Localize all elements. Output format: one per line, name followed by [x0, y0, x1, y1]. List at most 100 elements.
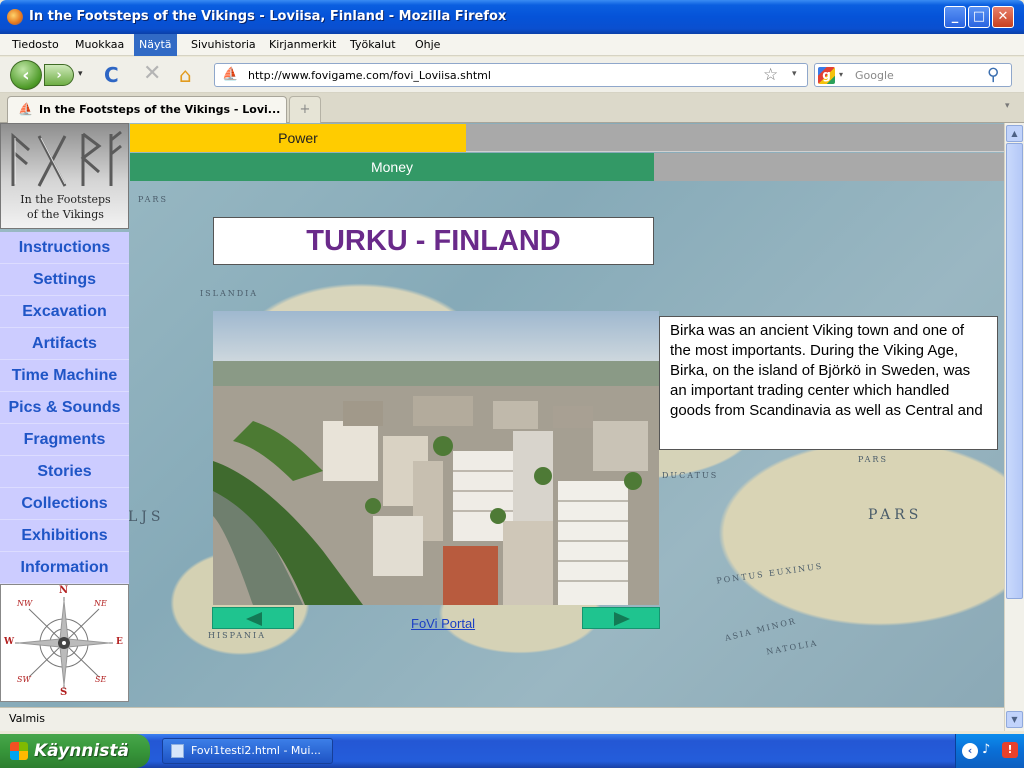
sidebar-item-collections[interactable]: Collections: [0, 488, 129, 520]
compass-northwest: NW: [17, 599, 33, 608]
map-label: HISPANIA: [208, 631, 266, 640]
status-bar: Valmis: [0, 707, 1004, 731]
google-engine-icon[interactable]: g: [818, 67, 835, 84]
city-photo: [213, 311, 659, 605]
map-label: PARS: [138, 195, 168, 204]
map-label: ISLANDIA: [200, 289, 259, 298]
new-tab-button[interactable]: +: [289, 96, 321, 123]
map-label: PONTUS EUXINUS: [715, 561, 824, 586]
window-title-bar[interactable]: In the Footsteps of the Vikings - Loviis…: [0, 0, 1024, 34]
site-favicon-icon: ⛵: [222, 67, 239, 82]
menu-history[interactable]: Sivuhistoria: [186, 34, 261, 56]
tab-active[interactable]: ⛵ In the Footsteps of the Vikings - Lovi…: [7, 96, 287, 123]
sidebar-item-artifacts[interactable]: Artifacts: [0, 328, 129, 360]
search-input[interactable]: Google: [855, 69, 894, 82]
compass-southwest: SW: [17, 675, 31, 684]
menu-bookmarks[interactable]: Kirjanmerkit: [264, 34, 341, 56]
system-tray: ‹ ♪ !: [955, 734, 1024, 768]
logo-caption-line2: of the Vikings: [27, 208, 104, 221]
sidebar-item-information[interactable]: Information: [0, 552, 129, 584]
taskbar-item-label: Fovi1testi2.html - Mui...: [191, 744, 321, 757]
menu-file[interactable]: Tiedosto: [7, 34, 64, 56]
menu-bar: Tiedosto Muokkaa Näytä Sivuhistoria Kirj…: [0, 34, 1024, 56]
start-button[interactable]: Käynnistä: [0, 734, 150, 768]
document-icon: [171, 744, 184, 758]
sidebar-menu: Instructions Settings Excavation Artifac…: [0, 232, 129, 584]
tray-expand-icon[interactable]: ‹: [962, 743, 978, 759]
logo-caption: In the Footsteps of the Vikings: [1, 192, 130, 222]
url-text[interactable]: http://www.fovigame.com/fovi_Loviisa.sht…: [248, 69, 491, 82]
search-icon[interactable]: ⚲: [987, 65, 999, 85]
tab-bar: ⛵ In the Footsteps of the Vikings - Lovi…: [0, 93, 1024, 123]
close-button[interactable]: ✕: [992, 6, 1014, 28]
tab-list-icon[interactable]: ▾: [1005, 101, 1010, 111]
firefox-icon: [7, 9, 23, 25]
taskbar-item[interactable]: Fovi1testi2.html - Mui...: [162, 738, 333, 764]
minimize-button[interactable]: _: [944, 6, 966, 28]
sidebar-item-time-machine[interactable]: Time Machine: [0, 360, 129, 392]
status-text: Valmis: [9, 712, 45, 725]
history-dropdown-icon[interactable]: ▾: [78, 69, 83, 79]
sidebar-item-excavation[interactable]: Excavation: [0, 296, 129, 328]
home-icon[interactable]: ⌂: [179, 63, 192, 87]
compass-east: E: [116, 637, 123, 647]
sidebar-item-settings[interactable]: Settings: [0, 264, 129, 296]
sidebar-item-exhibitions[interactable]: Exhibitions: [0, 520, 129, 552]
sidebar-item-instructions[interactable]: Instructions: [0, 232, 129, 264]
stop-icon[interactable]: ✕: [143, 61, 161, 86]
forward-button[interactable]: ›: [44, 64, 74, 86]
vertical-scrollbar[interactable]: ▲ ▼: [1004, 123, 1024, 731]
url-dropdown-icon[interactable]: ▾: [792, 69, 797, 79]
back-button[interactable]: ‹: [10, 60, 42, 90]
menu-tools[interactable]: Työkalut: [345, 34, 401, 56]
location-title: TURKU - FINLAND: [213, 217, 654, 265]
sidebar-item-pics-sounds[interactable]: Pics & Sounds: [0, 392, 129, 424]
arrow-right-icon: [614, 612, 630, 626]
sidebar-item-fragments[interactable]: Fragments: [0, 424, 129, 456]
menu-view[interactable]: Näytä: [134, 34, 177, 56]
rune-logo-icon: [11, 130, 122, 187]
compass-west: W: [4, 637, 15, 647]
scroll-thumb[interactable]: [1006, 143, 1023, 599]
vikings-logo[interactable]: In the Footsteps of the Vikings: [0, 123, 129, 229]
scroll-down-button[interactable]: ▼: [1006, 711, 1023, 728]
address-bar[interactable]: ⛵ http://www.fovigame.com/fovi_Loviisa.s…: [214, 63, 808, 87]
window-title: In the Footsteps of the Vikings - Loviis…: [29, 9, 507, 24]
map-label: NATOLIA: [765, 638, 819, 657]
page-viewport: PARS ISLANDIA LJS PARS PARS DUCATUS PONT…: [0, 123, 1004, 707]
tab-label: In the Footsteps of the Vikings - Lovi..…: [39, 103, 281, 116]
windows-taskbar: Käynnistä Fovi1testi2.html - Mui... ‹ ♪ …: [0, 734, 1024, 768]
speaker-icon[interactable]: ♪: [982, 742, 990, 757]
search-bar[interactable]: g ▾ Google ⚲: [814, 63, 1012, 87]
fovi-portal-link[interactable]: FoVi Portal: [411, 616, 475, 631]
engine-dropdown-icon[interactable]: ▾: [839, 70, 843, 79]
map-label: ASIA MINOR: [724, 616, 798, 643]
money-bar-remainder: [654, 153, 1004, 181]
map-label: LJS: [128, 509, 165, 525]
menu-help[interactable]: Ohje: [410, 34, 445, 56]
scroll-up-button[interactable]: ▲: [1006, 125, 1023, 142]
windows-logo-icon: [10, 742, 28, 760]
bookmark-star-icon[interactable]: ☆: [763, 65, 778, 85]
compass-rose[interactable]: N NE E SE S SW W NW: [0, 584, 129, 702]
next-button[interactable]: [582, 607, 660, 629]
logo-caption-line1: In the Footsteps: [20, 193, 111, 206]
power-bar: Power: [130, 124, 466, 152]
compass-southeast: SE: [95, 675, 107, 684]
power-bar-remainder: [466, 124, 1004, 152]
menu-edit[interactable]: Muokkaa: [70, 34, 129, 56]
location-description: Birka was an ancient Viking town and one…: [659, 316, 998, 450]
security-alert-icon[interactable]: !: [1002, 742, 1018, 758]
compass-northeast: NE: [94, 599, 107, 608]
previous-button[interactable]: [212, 607, 294, 629]
maximize-button[interactable]: □: [968, 6, 990, 28]
sidebar-item-stories[interactable]: Stories: [0, 456, 129, 488]
money-bar: Money: [130, 153, 654, 181]
start-label: Käynnistä: [34, 741, 129, 761]
map-label: PARS: [868, 507, 923, 523]
tab-favicon-icon: ⛵: [18, 102, 33, 116]
compass-south: S: [60, 687, 68, 698]
map-label: DUCATUS: [662, 471, 719, 480]
navigation-toolbar: ‹ › ▾ C ✕ ⌂ ⛵ http://www.fovigame.com/fo…: [0, 57, 1024, 93]
reload-icon[interactable]: C: [104, 63, 119, 87]
